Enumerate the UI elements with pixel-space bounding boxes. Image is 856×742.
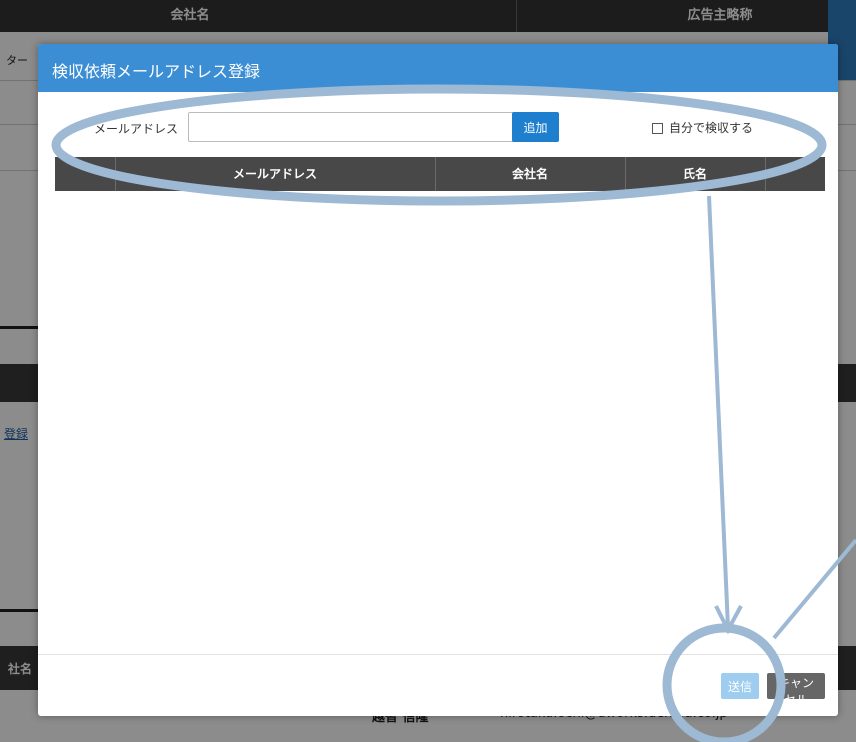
dialog-header: 検収依頼メールアドレス登録 [38,44,838,92]
email-label: メールアドレス [94,122,179,136]
column-header-select [55,157,115,191]
cancel-button[interactable]: キャンセル [767,673,825,707]
checkbox-icon[interactable] [652,123,663,134]
email-form-row: メールアドレス 追加 自分で検収する [38,112,838,142]
self-inspect-checkbox[interactable]: 自分で検収する [652,119,753,136]
column-header-company: 会社名 [511,167,548,181]
email-input[interactable] [188,112,520,142]
add-button[interactable]: 追加 [512,112,559,142]
column-header-name: 氏名 [682,167,707,181]
self-inspect-label: 自分で検収する [669,121,754,135]
send-button[interactable]: 送信 [721,673,759,699]
column-header-action [765,157,825,191]
dialog-title: 検収依頼メールアドレス登録 [52,62,261,81]
column-header-email: メールアドレス [232,167,317,181]
email-registration-dialog: 検収依頼メールアドレス登録 メールアドレス 追加 自分で検収する メールアドレス… [38,44,838,716]
dialog-footer-divider [38,654,838,655]
email-table-header: メールアドレス 会社名 氏名 [55,157,825,191]
page: 会社名 広告主略称 ター 登録 社名 越智 信隆 hirotaku.ochi@d… [0,0,856,742]
